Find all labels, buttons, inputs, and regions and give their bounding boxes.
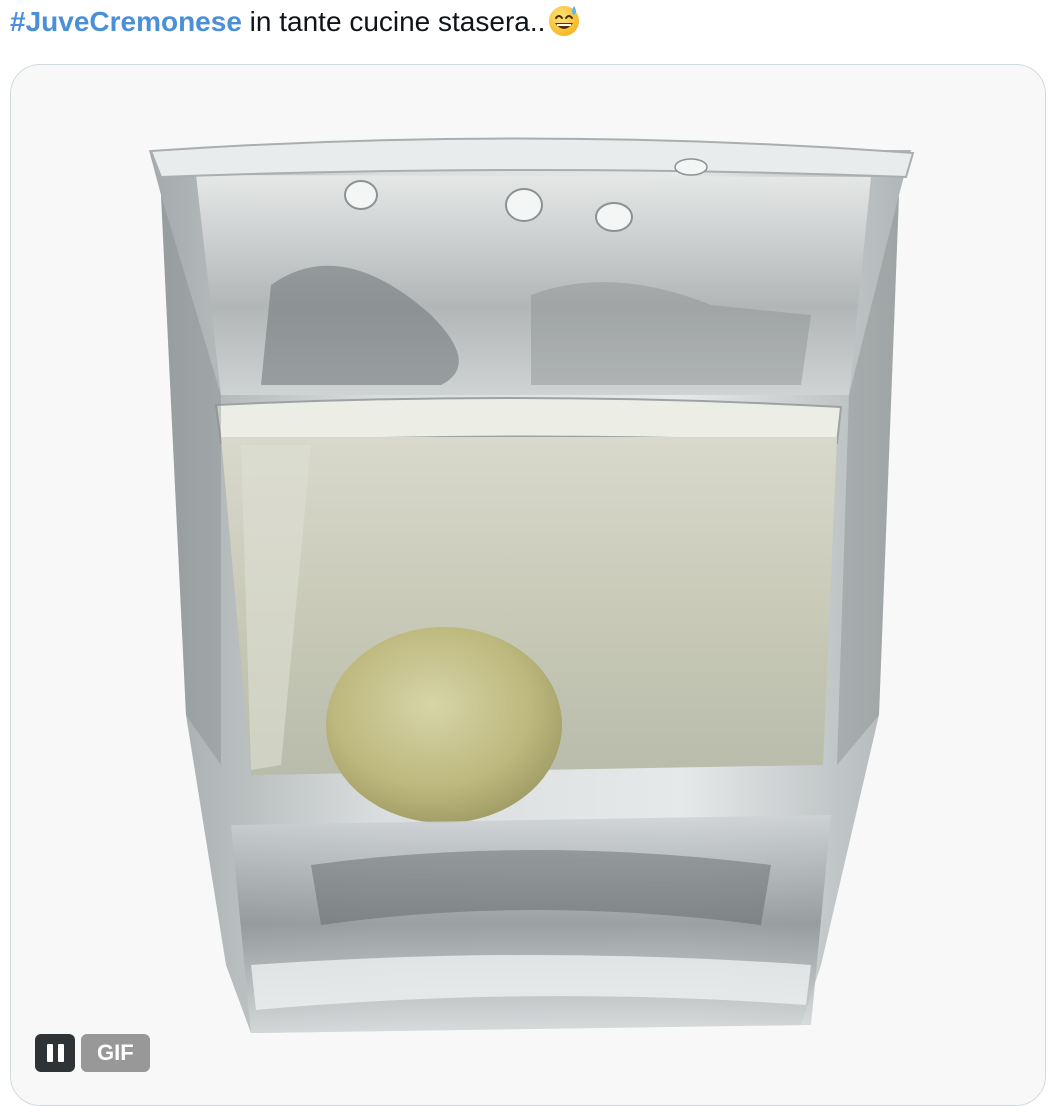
glass-with-tablet-image bbox=[11, 65, 1045, 1105]
pause-button[interactable] bbox=[35, 1034, 75, 1072]
pause-icon-bar bbox=[57, 1044, 64, 1062]
grinning-face-with-sweat-icon bbox=[547, 3, 581, 48]
gif-media[interactable]: GIF bbox=[10, 64, 1046, 1106]
tweet-text: #JuveCremonese in tante cucine stasera.. bbox=[10, 2, 581, 48]
hashtag-link[interactable]: #JuveCremonese bbox=[10, 6, 242, 37]
tweet-body-text: in tante cucine stasera.. bbox=[241, 6, 546, 37]
gif-badge: GIF bbox=[81, 1034, 150, 1072]
gif-controls: GIF bbox=[35, 1034, 150, 1072]
pause-icon bbox=[46, 1044, 53, 1062]
